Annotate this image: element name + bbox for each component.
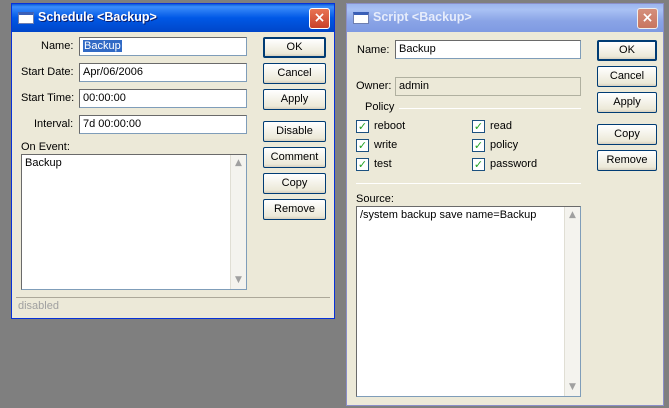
test-label: test [374, 158, 392, 170]
close-icon[interactable]: × [637, 8, 658, 29]
window-icon [353, 12, 369, 24]
remove-button[interactable]: Remove [263, 199, 326, 220]
start-time-field[interactable]: 00:00:00 [79, 89, 247, 108]
password-checkbox[interactable]: ✓ [472, 158, 485, 171]
remove-button[interactable]: Remove [597, 150, 657, 171]
scrollbar[interactable]: ▲ ▼ [564, 207, 580, 396]
interval-field[interactable]: 7d 00:00:00 [79, 115, 247, 134]
scroll-down-icon[interactable]: ▼ [231, 273, 246, 288]
ok-button[interactable]: OK [597, 40, 657, 61]
close-icon[interactable]: × [309, 8, 330, 29]
scroll-down-icon[interactable]: ▼ [565, 380, 580, 395]
start-date-label: Start Date: [21, 66, 74, 78]
source-textarea[interactable]: /system backup save name=Backup ▲ ▼ [356, 206, 581, 397]
status-bar: disabled [16, 297, 330, 315]
start-date-field[interactable]: Apr/06/2006 [79, 63, 247, 82]
name-value: Backup [83, 40, 122, 52]
start-time-label: Start Time: [21, 92, 75, 104]
apply-button[interactable]: Apply [263, 89, 326, 110]
window-icon [18, 12, 34, 24]
name-label: Name: [357, 44, 390, 56]
schedule-titlebar[interactable]: Schedule <Backup> × [12, 4, 334, 32]
reboot-label: reboot [374, 120, 406, 132]
policy-divider [399, 108, 581, 109]
write-checkbox[interactable]: ✓ [356, 139, 369, 152]
script-window: Script <Backup> × Name: Backup Owner: ad… [346, 3, 664, 406]
scroll-up-icon[interactable]: ▲ [231, 156, 246, 171]
name-label: Name: [41, 40, 74, 52]
copy-button[interactable]: Copy [597, 124, 657, 145]
comment-button[interactable]: Comment [263, 147, 326, 168]
source-text: /system backup save name=Backup [360, 209, 537, 221]
write-label: write [374, 139, 398, 151]
test-checkbox[interactable]: ✓ [356, 158, 369, 171]
desktop: { "schedule": { "title": "Schedule <Back… [0, 0, 669, 408]
schedule-title: Schedule <Backup> [38, 10, 157, 24]
policy-bottom-divider [356, 183, 581, 184]
read-label: read [490, 120, 513, 132]
on-event-textarea[interactable]: Backup ▲ ▼ [21, 154, 247, 290]
source-label: Source: [356, 193, 394, 205]
name-field[interactable]: Backup [395, 40, 581, 59]
scrollbar[interactable]: ▲ ▼ [230, 155, 246, 289]
read-checkbox[interactable]: ✓ [472, 120, 485, 133]
scroll-up-icon[interactable]: ▲ [565, 208, 580, 223]
name-field[interactable]: Backup [79, 37, 247, 56]
interval-label: Interval: [34, 118, 74, 130]
script-titlebar[interactable]: Script <Backup> × [347, 4, 663, 32]
owner-field: admin [395, 77, 581, 96]
reboot-checkbox[interactable]: ✓ [356, 120, 369, 133]
on-event-label: On Event: [21, 141, 70, 153]
on-event-text: Backup [25, 157, 62, 169]
apply-button[interactable]: Apply [597, 92, 657, 113]
cancel-button[interactable]: Cancel [263, 63, 326, 84]
ok-button[interactable]: OK [263, 37, 326, 58]
disable-button[interactable]: Disable [263, 121, 326, 142]
schedule-window: Schedule <Backup> × Name: Backup Start D… [11, 3, 335, 319]
policy-label: policy [490, 139, 519, 151]
owner-label: Owner: [356, 80, 392, 92]
password-label: password [490, 158, 538, 170]
cancel-button[interactable]: Cancel [597, 66, 657, 87]
policy-group-label: Policy [365, 101, 395, 113]
policy-checkbox[interactable]: ✓ [472, 139, 485, 152]
script-title: Script <Backup> [373, 10, 472, 24]
copy-button[interactable]: Copy [263, 173, 326, 194]
